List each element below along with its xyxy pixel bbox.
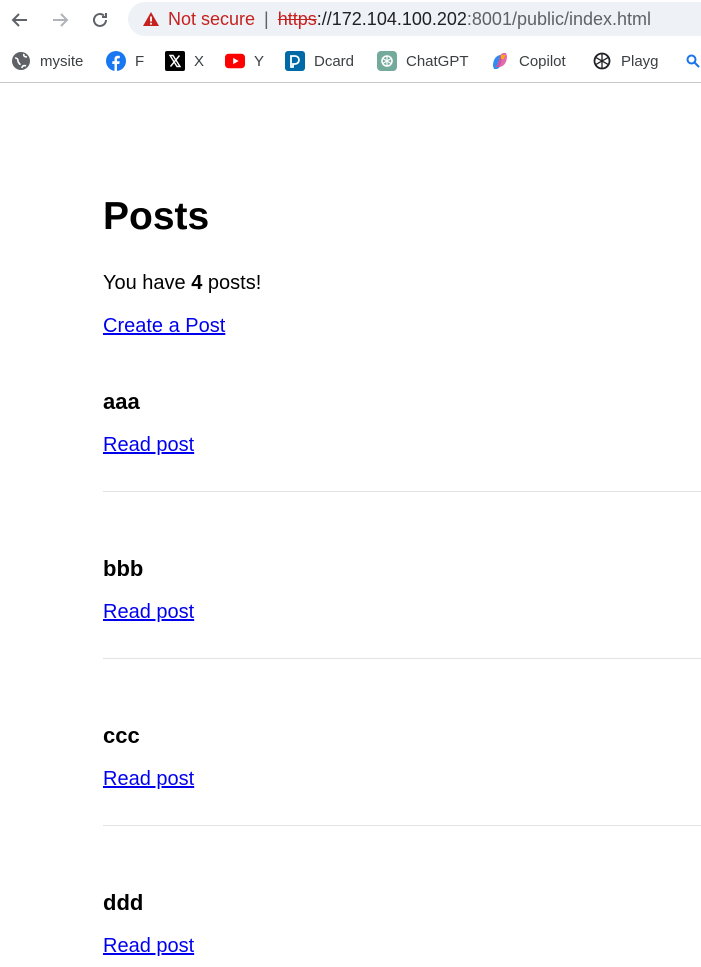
- read-post-link[interactable]: Read post: [103, 934, 194, 958]
- post-count-summary: You have 4 posts!: [103, 271, 261, 295]
- forward-button[interactable]: [46, 6, 74, 34]
- read-post-link[interactable]: Read post: [103, 600, 194, 624]
- post-divider: [103, 658, 701, 659]
- bookmark-label: mysite: [40, 52, 84, 70]
- bookmark-label: Copilot: [519, 52, 566, 70]
- post-title: ccc: [103, 723, 140, 748]
- post-count: 4: [191, 272, 203, 294]
- bookmark-copilot[interactable]: Copilot: [490, 49, 566, 73]
- x-icon: [165, 51, 185, 71]
- forward-arrow-icon: [53, 13, 69, 27]
- post-divider: [103, 825, 701, 826]
- bookmark-label: ChatGPT: [406, 52, 469, 70]
- youtube-icon: [225, 51, 245, 71]
- bookmark-facebook[interactable]: F: [106, 49, 144, 73]
- bookmark-playground[interactable]: Playg: [592, 49, 659, 73]
- bookmark-dcard[interactable]: Dcard: [285, 49, 354, 73]
- url-scheme: https: [277, 8, 317, 29]
- reload-button[interactable]: [86, 6, 114, 34]
- bookmark-label: Y: [254, 52, 265, 70]
- globe-icon: [11, 51, 31, 71]
- read-post-link[interactable]: Read post: [103, 767, 194, 791]
- post-divider: [103, 491, 701, 492]
- back-arrow-icon: [11, 13, 27, 27]
- summary-suffix: posts!: [202, 272, 262, 294]
- copilot-icon: [490, 51, 510, 71]
- create-post-link[interactable]: Create a Post: [103, 314, 225, 338]
- bookmarks-bar: mysite F X Y Dcard ChatGPT Copilot Playg: [0, 40, 701, 83]
- browser-toolbar: Not secure | https ://172.104.100.202 :8…: [0, 0, 701, 40]
- chatgpt-icon: [377, 51, 397, 71]
- read-post-link[interactable]: Read post: [103, 433, 194, 457]
- bookmark-chatgpt[interactable]: ChatGPT: [377, 49, 469, 73]
- post-title: ddd: [103, 890, 144, 915]
- bookmark-label: F: [135, 52, 145, 70]
- post-title: aaa: [103, 389, 140, 414]
- bookmark-mysite[interactable]: mysite: [11, 49, 83, 73]
- openai-icon: [592, 51, 612, 71]
- warning-triangle-icon: [142, 11, 160, 27]
- search-icon: [683, 51, 701, 71]
- reload-icon: [93, 12, 107, 27]
- bookmark-youtube[interactable]: Y: [225, 49, 264, 73]
- address-bar[interactable]: Not secure | https ://172.104.100.202 :8…: [128, 2, 701, 36]
- summary-prefix: You have: [103, 272, 192, 294]
- facebook-icon: [106, 51, 126, 71]
- post-title: bbb: [103, 556, 144, 581]
- bookmark-label: X: [194, 52, 205, 70]
- page-title: Posts: [103, 195, 210, 238]
- url-separator: |: [264, 8, 269, 29]
- bookmark-x[interactable]: X: [165, 49, 204, 73]
- bookmark-label: Playg: [621, 52, 659, 70]
- security-status[interactable]: Not secure: [168, 9, 255, 30]
- bookmark-label: Dcard: [314, 52, 355, 70]
- dcard-icon: [285, 51, 305, 71]
- url-host: ://172.104.100.202: [316, 8, 467, 29]
- bookmark-search[interactable]: [683, 49, 701, 73]
- back-button[interactable]: [6, 6, 34, 34]
- url-path: :8001/public/index.html: [466, 8, 652, 29]
